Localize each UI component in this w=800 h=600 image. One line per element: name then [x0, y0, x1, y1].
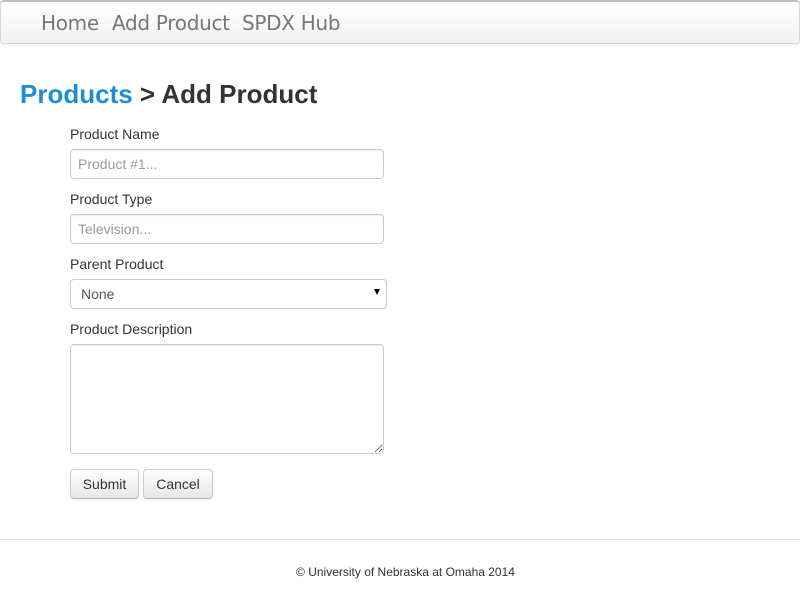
breadcrumb-separator: >	[132, 79, 162, 109]
product-name-label: Product Name	[70, 126, 160, 142]
nav-link-home[interactable]: Home	[41, 12, 99, 34]
parent-product-label: Parent Product	[70, 256, 164, 272]
product-type-label: Product Type	[70, 191, 153, 207]
nav-link-add-product[interactable]: Add Product	[112, 12, 230, 34]
nav-link-spdx-hub[interactable]: SPDX Hub	[242, 12, 341, 34]
page-title: Products > Add Product	[20, 78, 317, 110]
parent-product-select[interactable]: None	[70, 279, 387, 309]
product-name-input[interactable]	[70, 149, 384, 179]
chevron-down-icon	[374, 289, 380, 295]
product-description-label: Product Description	[70, 321, 193, 337]
breadcrumb-products-link[interactable]: Products	[20, 79, 133, 109]
breadcrumb-current: Add Product	[161, 79, 318, 109]
parent-product-selected-value: None	[81, 286, 115, 302]
submit-button[interactable]: Submit	[70, 469, 139, 499]
cancel-button[interactable]: Cancel	[143, 469, 213, 499]
product-description-textarea[interactable]	[70, 344, 384, 454]
product-type-input[interactable]	[70, 214, 384, 244]
footer-divider	[0, 539, 800, 540]
top-navbar: Home Add Product SPDX Hub	[0, 0, 800, 44]
footer-copyright: © University of Nebraska at Omaha 2014	[296, 565, 515, 579]
